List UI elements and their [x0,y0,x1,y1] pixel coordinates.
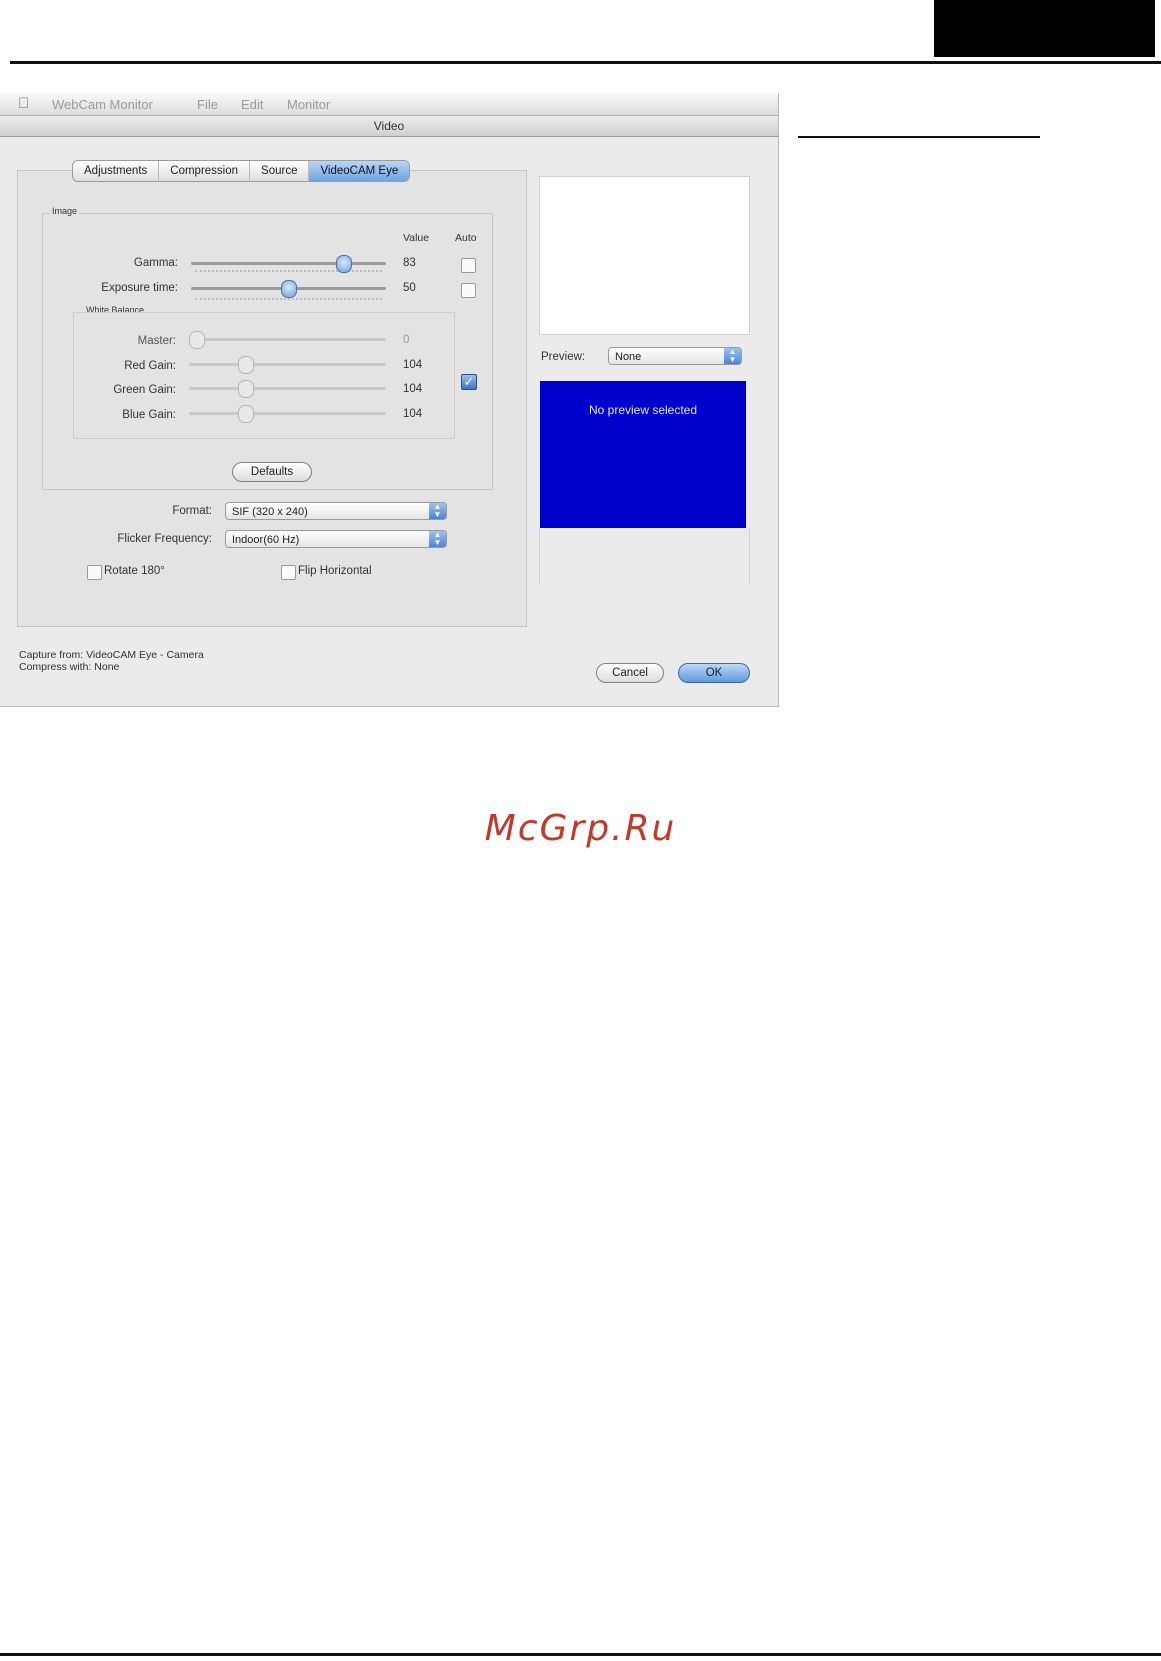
capture-status: Capture from: VideoCAM Eye - Camera [19,649,204,661]
menu-edit[interactable]: Edit [241,97,263,112]
format-value: SIF (320 x 240) [232,506,308,518]
tab-source[interactable]: Source [250,161,310,181]
tab-compression[interactable]: Compression [159,161,251,181]
side-heading-rule [798,136,1040,138]
red-gain-slider[interactable] [189,355,386,375]
gamma-label: Gamma: [133,257,178,269]
compress-status: Compress with: None [19,661,120,673]
blue-gain-slider-knob[interactable] [237,405,254,423]
exposure-auto-checkbox[interactable] [461,283,476,298]
rotate-checkbox[interactable] [87,565,102,580]
menubar:  WebCam Monitor File Edit Monitor [0,93,778,116]
red-gain-label: Red Gain: [124,360,176,372]
green-gain-label: Green Gain: [113,384,176,396]
flicker-label: Flicker Frequency: [117,533,212,545]
red-gain-slider-knob[interactable] [237,356,254,374]
header-black-box [934,0,1155,57]
gamma-slider[interactable] [191,254,386,274]
rotate-label: Rotate 180° [104,565,165,577]
menu-file[interactable]: File [197,97,218,112]
flip-checkbox[interactable] [281,565,296,580]
gamma-slider-knob[interactable] [335,255,352,273]
gamma-value: 83 [403,257,416,269]
preview-area: No preview selected [540,381,746,528]
menu-app[interactable]: WebCam Monitor [52,97,153,112]
master-value: 0 [403,334,410,346]
green-gain-slider-knob[interactable] [237,380,254,398]
blue-gain-label: Blue Gain: [122,409,176,421]
popup-arrows-icon: ▲ ▼ [429,503,446,519]
popup-arrows-icon: ▲ ▼ [429,531,446,547]
blue-gain-value: 104 [403,408,423,420]
master-slider-knob[interactable] [189,331,205,349]
tab-bar: Adjustments Compression Source VideoCAM … [72,160,411,182]
exposure-label: Exposure time: [101,282,178,294]
apple-icon[interactable]:  [18,95,29,112]
preview-value: None [615,351,642,363]
blue-gain-slider[interactable] [189,404,386,424]
value-column-header: Value [403,232,430,244]
auto-column-header: Auto [455,232,477,244]
red-gain-value: 104 [403,359,423,371]
exposure-slider[interactable] [191,279,386,303]
gamma-auto-checkbox[interactable] [461,258,476,273]
ok-button[interactable]: OK [678,663,750,683]
green-gain-slider[interactable] [189,379,386,399]
exposure-slider-knob[interactable] [280,280,297,298]
screenshot-window:  WebCam Monitor File Edit Monitor Video… [0,93,779,707]
white-balance-auto-checkbox[interactable]: ✓ [461,374,477,390]
watermark: McGrp.Ru [484,808,677,849]
flicker-value: Indoor(60 Hz) [232,534,300,546]
image-group-label: Image [50,206,80,216]
format-popup[interactable]: SIF (320 x 240) ▲ ▼ [225,502,447,520]
menu-monitor[interactable]: Monitor [287,97,330,112]
preview-label: Preview: [541,351,586,363]
preview-top-area [539,176,750,335]
master-label: Master: [137,335,176,347]
bottom-rule [0,1653,1161,1656]
dialog-content: Adjustments Compression Source VideoCAM … [0,137,778,706]
top-rule [10,61,1161,64]
preview-message: No preview selected [588,403,698,417]
green-gain-value: 104 [403,383,423,395]
preview-popup[interactable]: None ▲ ▼ [608,347,742,365]
window-title: Video [0,116,778,137]
exposure-value: 50 [403,282,416,294]
flip-label: Flip Horizontal [298,565,372,577]
flicker-popup[interactable]: Indoor(60 Hz) ▲ ▼ [225,530,447,548]
tab-videocam-eye[interactable]: VideoCAM Eye [309,161,410,181]
cancel-button[interactable]: Cancel [596,663,664,683]
format-label: Format: [172,505,212,517]
defaults-button[interactable]: Defaults [232,462,312,482]
master-slider[interactable] [189,330,386,350]
tab-adjustments[interactable]: Adjustments [73,161,160,181]
popup-arrows-icon: ▲ ▼ [724,348,741,364]
preview-lower-area [539,528,750,584]
